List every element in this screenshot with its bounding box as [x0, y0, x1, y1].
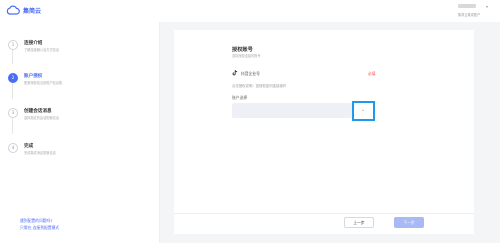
step-account-auth: 2 账户授权 配置授权给当前账户信息集 — [8, 73, 148, 97]
section-desc: 选择授权连接的账号 — [232, 54, 261, 58]
step-title: 完成 — [24, 144, 34, 149]
brand-logo[interactable]: 集简云 — [6, 5, 41, 15]
required-tag: 必填 — [368, 71, 376, 76]
tiktok-icon — [232, 70, 238, 76]
step-finish: 4 完成 完成集成消息配置信息 — [8, 143, 148, 167]
steps-sidebar: 1 连接介绍 了解连接器以及方式信息 2 账户授权 配置授权给当前账户信息集 3… — [0, 22, 160, 243]
cloud-icon — [6, 5, 20, 15]
help-question-link[interactable]: 遇到配置的问题吗? — [20, 218, 52, 224]
step-title: 账户授权 — [24, 74, 43, 79]
step-create-message: 3 创建会话消息 选择指定的会话配置信息 — [8, 108, 148, 132]
step-number: 1 — [8, 40, 18, 50]
step-number: 3 — [8, 108, 18, 118]
platform-name: 抖音企业号 — [241, 71, 260, 76]
user-name-placeholder — [458, 4, 476, 8]
account-dropdown-button[interactable]: ⌄ — [352, 101, 375, 121]
user-subtitle: 集简云集成账户 — [458, 13, 481, 17]
top-bar: 集简云 ▾ 集简云集成账户 — [0, 0, 500, 22]
step-desc: 配置授权给当前账户信息集 — [24, 81, 63, 85]
step-number: 2 — [8, 73, 18, 83]
auth-card: 授权账号 选择授权连接的账号 抖音企业号 必填 点击授权说明：如授权如何连接操作… — [174, 30, 474, 234]
brand-name: 集简云 — [23, 7, 42, 15]
help-mode-link[interactable]: 只需在 连接到配置模式 — [20, 225, 59, 231]
step-intro: 1 连接介绍 了解连接器以及方式信息 — [8, 40, 148, 64]
step-desc: 选择指定的会话配置信息 — [24, 116, 60, 120]
chevron-down-icon: ▾ — [485, 4, 488, 9]
step-title: 创建会话消息 — [24, 109, 52, 114]
step-desc: 了解连接器以及方式信息 — [24, 48, 60, 52]
platform-row: 抖音企业号 必填 — [232, 70, 397, 78]
step-number: 4 — [8, 143, 18, 153]
next-step-button[interactable]: 下一步 — [394, 217, 424, 228]
step-title: 连接介绍 — [24, 41, 43, 46]
chevron-down-icon: ⌄ — [361, 107, 366, 113]
auth-help-link[interactable]: 点击授权说明：如授权如何连接操作 — [232, 83, 286, 88]
account-select-label: 账户选择 — [232, 95, 248, 100]
footer-divider — [174, 213, 474, 214]
section-title: 授权账号 — [232, 47, 253, 53]
prev-step-button[interactable]: 上一步 — [344, 217, 374, 228]
account-select[interactable] — [232, 103, 352, 118]
user-menu[interactable]: ▾ 集简云集成账户 — [458, 3, 488, 19]
step-desc: 完成集成消息配置信息 — [24, 151, 56, 155]
